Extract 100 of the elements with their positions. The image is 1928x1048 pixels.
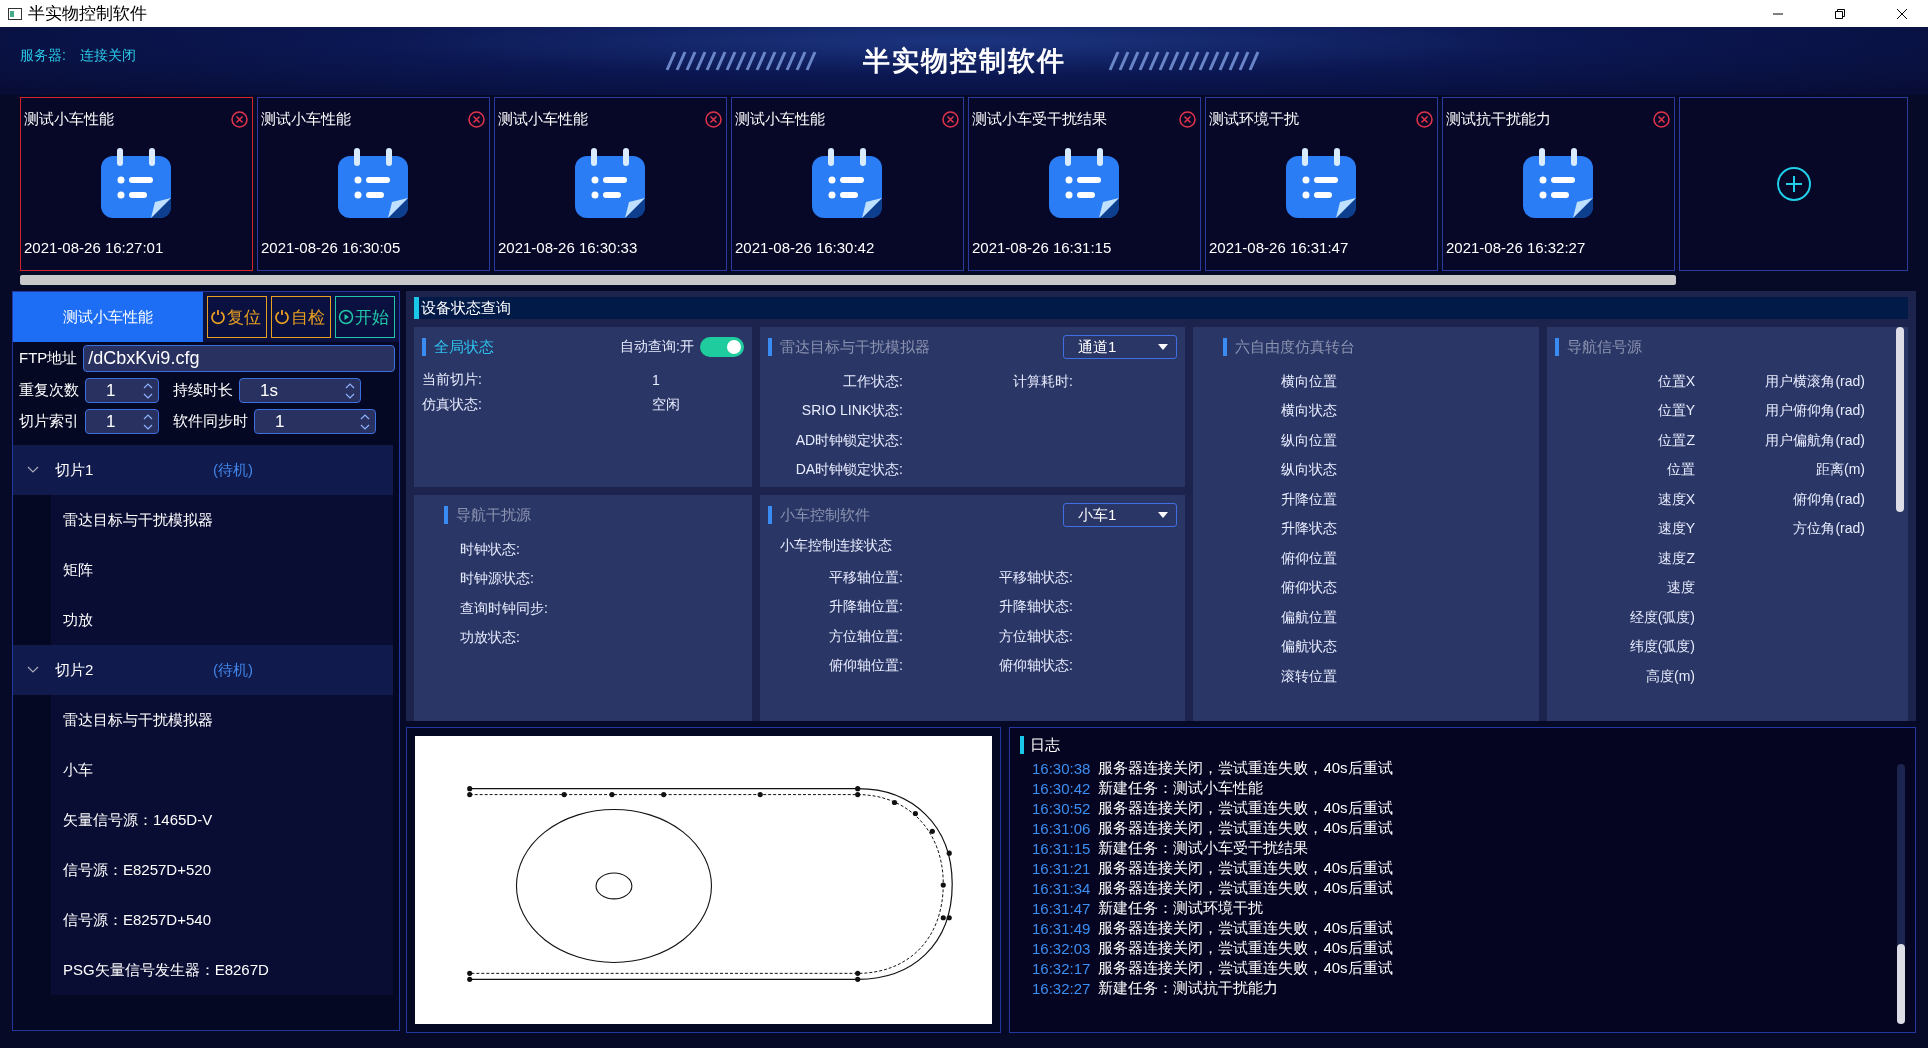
task-time: 2021-08-26 16:31:47	[1209, 239, 1350, 256]
calendar-icon	[99, 148, 173, 220]
status-label: 滚转位置	[1280, 667, 1337, 686]
status-label: 时钟源状态:	[459, 570, 534, 589]
slice-status: (待机)	[213, 660, 253, 680]
task-time: 2021-08-26 16:30:42	[735, 239, 876, 256]
task-tab[interactable]: 测试小车性能	[13, 292, 203, 342]
status-label: 位置Y	[1656, 402, 1695, 421]
field-label: 切片索引	[19, 412, 79, 431]
add-icon[interactable]	[1775, 166, 1812, 202]
horizontal-scrollbar[interactable]	[20, 275, 1676, 285]
task-name: 测试小车性能	[498, 110, 588, 129]
task-card[interactable]: 测试小车受干扰结果 2021-08-26 16:31:15	[968, 97, 1201, 271]
status-label: 升降轴状态:	[998, 598, 1073, 617]
task-card[interactable]: 测试小车性能 2021-08-26 16:30:42	[731, 97, 964, 271]
spin-field[interactable]: 1	[254, 409, 376, 434]
status-label: 用户俯仰角(rad)	[1764, 402, 1865, 421]
log-time: 16:32:17	[1032, 959, 1091, 977]
vertical-scrollbar[interactable]	[1897, 764, 1905, 1024]
log-message: 服务器连接关闭，尝试重连失败，40s后重试	[1098, 798, 1393, 818]
toggle-label: 自动查询:开	[620, 338, 694, 356]
tree-item[interactable]: 信号源：E8257D+540	[51, 895, 393, 945]
slice-name: 切片2	[55, 660, 95, 680]
task-time: 2021-08-26 16:31:15	[972, 239, 1113, 256]
status-label: 经度(弧度)	[1628, 608, 1695, 627]
chevron-icon[interactable]	[27, 666, 39, 674]
vertical-scrollbar[interactable]	[1896, 327, 1904, 512]
task-card[interactable]: 测试小车性能 2021-08-26 16:27:01	[20, 97, 253, 271]
log-time: 16:30:52	[1032, 799, 1091, 817]
log-message: 新建任务：测试抗干扰能力	[1098, 978, 1279, 998]
status-label: 偏航状态	[1280, 638, 1337, 657]
restore-icon[interactable]	[1834, 7, 1846, 20]
task-card[interactable]: 测试小车性能 2021-08-26 16:30:05	[257, 97, 490, 271]
chevron-icon[interactable]	[27, 466, 39, 474]
spin-field[interactable]: 1	[85, 409, 159, 434]
status-label: 当前切片:	[422, 370, 483, 389]
log-message: 服务器连接关闭，尝试重连失败，40s后重试	[1098, 858, 1393, 878]
status-label: 功放状态:	[459, 629, 520, 648]
status-label: 用户横滚角(rad)	[1764, 372, 1865, 391]
section-title: 设备状态查询	[414, 297, 1908, 319]
status-label: 小车控制连接状态	[779, 536, 893, 555]
caret-icon	[1158, 512, 1168, 518]
log-message: 服务器连接关闭，尝试重连失败，40s后重试	[1098, 758, 1393, 778]
panel-title: 导航干扰源	[444, 506, 744, 524]
dropdown[interactable]: 小车1	[1063, 503, 1177, 527]
task-card[interactable]: 测试抗干扰能力 2021-08-26 16:32:27	[1442, 97, 1675, 271]
panel-title: 全局状态	[422, 338, 611, 356]
app-title: 半实物控制软件	[862, 45, 1066, 78]
spin-field[interactable]: 1s	[239, 378, 361, 403]
status-label: 速度Y	[1656, 520, 1695, 539]
status-label: SRIO LINK状态:	[800, 402, 903, 421]
log-message: 服务器连接关闭，尝试重连失败，40s后重试	[1098, 938, 1393, 958]
tree-item[interactable]: 雷达目标与干扰模拟器	[51, 695, 393, 745]
log-time: 16:31:49	[1032, 919, 1091, 937]
status-label: 距离(m)	[1815, 461, 1865, 480]
slice-header[interactable]: 切片1 (待机)	[13, 445, 393, 495]
status-label: 位置	[1666, 461, 1695, 480]
tree-item[interactable]: 信号源：E8257D+520	[51, 845, 393, 895]
dropdown[interactable]: 通道1	[1063, 335, 1177, 359]
log-title: 日志	[1020, 736, 1060, 754]
task-card[interactable]: 测试小车性能 2021-08-26 16:30:33	[494, 97, 727, 271]
tree-item[interactable]: 小车	[51, 745, 393, 795]
close-icon[interactable]	[1896, 7, 1908, 20]
window-title: 半实物控制软件	[28, 3, 147, 25]
task-name: 测试小车性能	[24, 110, 114, 129]
tree-item[interactable]: 矩阵	[51, 545, 393, 595]
status-label: 纬度(弧度)	[1628, 638, 1695, 657]
panel-title: 雷达目标与干扰模拟器	[768, 338, 1053, 356]
action-button[interactable]: 复位	[207, 296, 267, 338]
toggle-switch[interactable]	[700, 337, 744, 357]
tree-item[interactable]: 功放	[51, 595, 393, 645]
status-label: 横向位置	[1280, 372, 1337, 391]
task-card[interactable]: 测试环境干扰 2021-08-26 16:31:47	[1205, 97, 1438, 271]
status-label: 纵向位置	[1280, 431, 1337, 450]
status-label: 俯仰位置	[1280, 549, 1337, 568]
server-label: 服务器:	[20, 47, 66, 65]
log-message: 新建任务：测试环境干扰	[1098, 898, 1264, 918]
ftp-field[interactable]: /dCbxKvi9.cfg	[83, 345, 395, 372]
action-button[interactable]: 自检	[271, 296, 331, 338]
status-value: 空闲	[652, 395, 680, 414]
task-name: 测试环境干扰	[1209, 110, 1299, 129]
start-button[interactable]: 开始	[335, 296, 395, 338]
status-label: 偏航位置	[1280, 608, 1337, 627]
status-label: 方位轴位置:	[828, 627, 903, 646]
calendar-icon	[573, 148, 647, 220]
calendar-icon	[1521, 148, 1595, 220]
status-label: 计算耗时:	[1012, 372, 1073, 391]
field-label: 软件同步时	[173, 412, 248, 431]
status-label: 位置X	[1656, 372, 1695, 391]
panel-title: 六自由度仿真转台	[1223, 338, 1531, 356]
tree-item[interactable]: 雷达目标与干扰模拟器	[51, 495, 393, 545]
slice-header[interactable]: 切片2 (待机)	[13, 645, 393, 695]
tree-item[interactable]: PSG矢量信号发生器：E8267D	[51, 945, 393, 995]
log-time: 16:31:47	[1032, 899, 1091, 917]
spin-field[interactable]: 1	[85, 378, 159, 403]
task-name: 测试小车性能	[261, 110, 351, 129]
status-label: 速度Z	[1657, 549, 1695, 568]
field-label: FTP地址	[19, 349, 78, 368]
tree-item[interactable]: 矢量信号源：1465D-V	[51, 795, 393, 845]
status-label: 时钟状态:	[459, 540, 520, 559]
